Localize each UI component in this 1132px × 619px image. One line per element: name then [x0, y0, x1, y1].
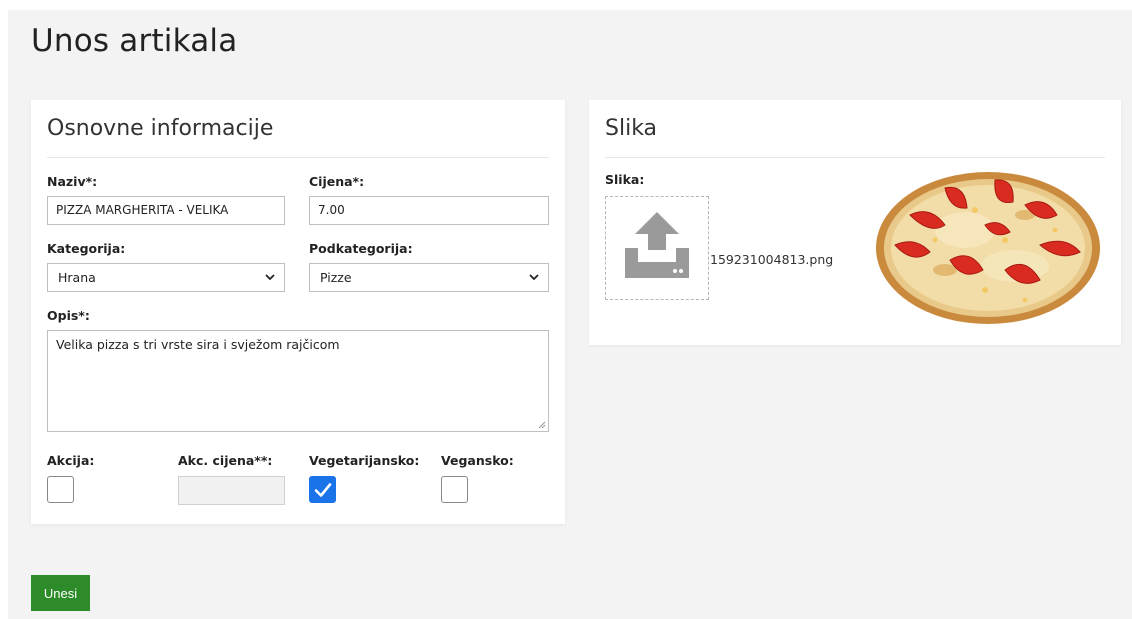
- subcategory-value: Pizze: [320, 270, 352, 285]
- name-input[interactable]: PIZZA MARGHERITA - VELIKA: [47, 196, 285, 225]
- category-select[interactable]: Hrana: [47, 263, 285, 292]
- upload-icon: [625, 212, 689, 278]
- subcategory-label: Podkategorija:: [309, 241, 413, 256]
- sale-price-input[interactable]: [178, 476, 285, 505]
- divider: [605, 157, 1105, 158]
- vegan-label: Vegansko:: [441, 453, 514, 468]
- vegetarian-label: Vegetarijansko:: [309, 453, 420, 468]
- subcategory-select[interactable]: Pizze: [309, 263, 549, 292]
- vegetarian-checkbox[interactable]: [309, 476, 336, 503]
- name-label: Naziv*:: [47, 174, 98, 189]
- chevron-down-icon: [265, 274, 275, 281]
- sale-price-label: Akc. cijena**:: [178, 453, 273, 468]
- category-label: Kategorija:: [47, 241, 126, 256]
- basic-info-title: Osnovne informacije: [47, 116, 274, 141]
- price-input[interactable]: 7.00: [309, 196, 549, 225]
- category-value: Hrana: [58, 270, 96, 285]
- image-label: Slika:: [605, 172, 645, 187]
- price-label: Cijena*:: [309, 174, 365, 189]
- sale-label: Akcija:: [47, 453, 95, 468]
- image-filename: 159231004813.png: [710, 252, 834, 267]
- resize-grip-icon[interactable]: [538, 421, 546, 429]
- divider: [47, 157, 549, 158]
- chevron-down-icon: [529, 274, 539, 281]
- description-value: Velika pizza s tri vrste sira i svježom …: [56, 337, 340, 352]
- submit-button[interactable]: Unesi: [31, 575, 90, 611]
- pizza-image: [876, 172, 1100, 324]
- image-card: Slika Slika: 159231004813.png: [589, 100, 1121, 345]
- vegan-checkbox[interactable]: [441, 476, 468, 503]
- checkmark-icon: [314, 483, 332, 497]
- page-title: Unos artikala: [31, 23, 238, 59]
- sale-checkbox[interactable]: [47, 476, 74, 503]
- description-textarea[interactable]: Velika pizza s tri vrste sira i svježom …: [47, 330, 549, 432]
- description-label: Opis*:: [47, 308, 90, 323]
- image-card-title: Slika: [605, 116, 658, 141]
- basic-info-card: Osnovne informacije Naziv*: PIZZA MARGHE…: [31, 100, 565, 524]
- page: Unos artikala Osnovne informacije Naziv*…: [8, 10, 1132, 619]
- image-upload-dropzone[interactable]: [605, 196, 709, 300]
